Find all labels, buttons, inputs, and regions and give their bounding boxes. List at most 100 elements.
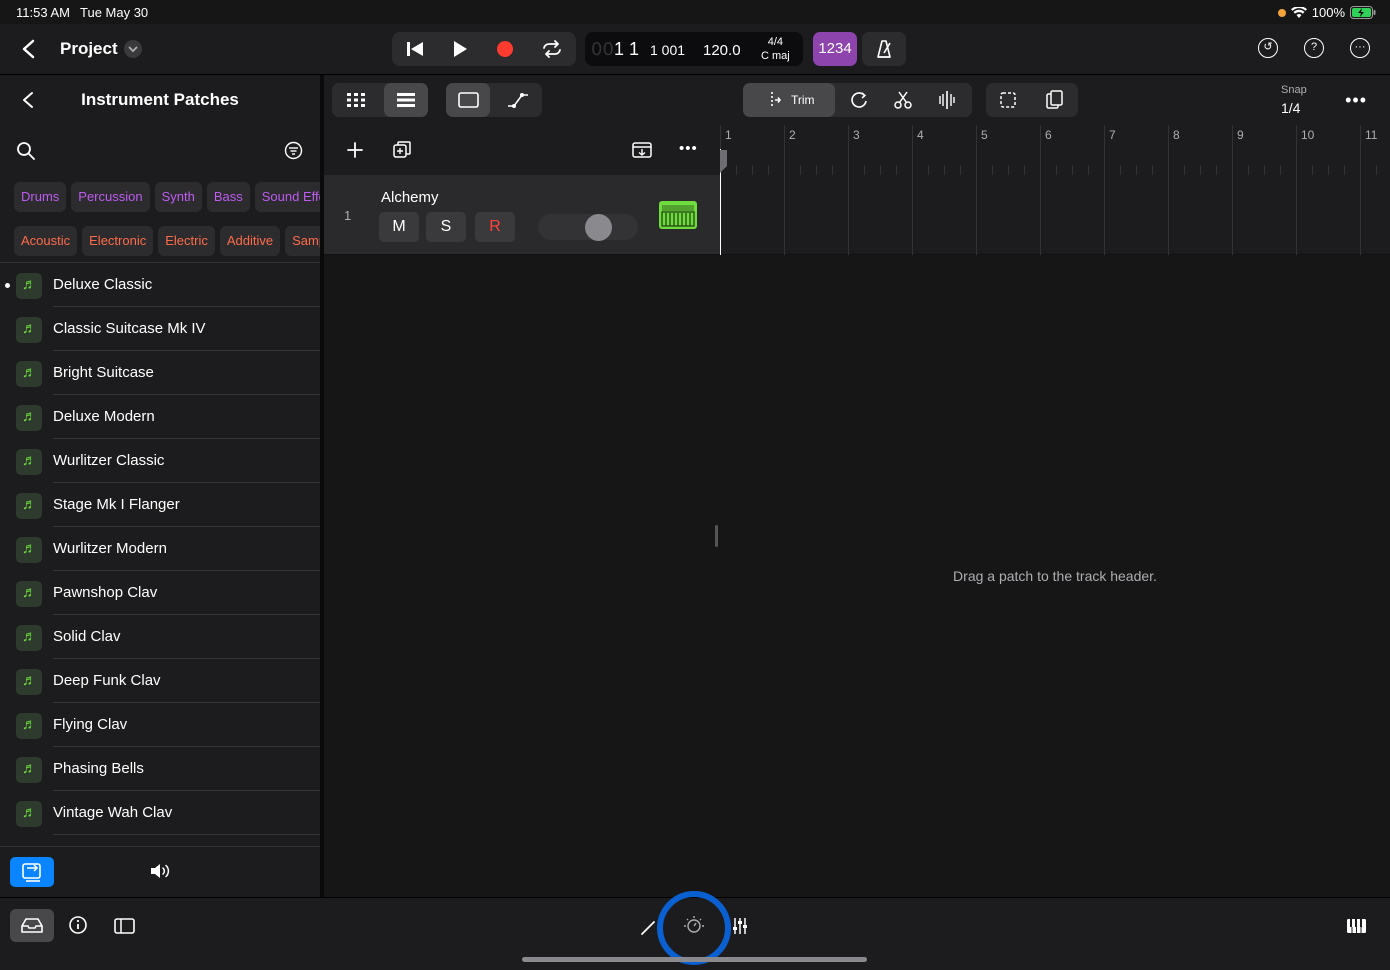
lcd-display[interactable]: 00 1 1 1 001 120.0 4/4 C maj (585, 32, 803, 66)
patch-list-item[interactable]: ♬ Classic Suitcase Mk IV (0, 307, 320, 351)
go-to-beginning-icon[interactable] (405, 40, 425, 58)
beat-tick (1088, 165, 1089, 175)
replace-patch-button[interactable] (10, 857, 54, 887)
chip-electric[interactable]: Electric (158, 226, 215, 256)
play-icon[interactable] (451, 40, 469, 58)
patch-list-item[interactable]: ♬ Bright Suitcase (0, 351, 320, 395)
patch-list-item[interactable]: ♬ Deluxe Classic (0, 263, 320, 307)
more-options-icon[interactable]: ••• (1345, 90, 1367, 111)
bar-gridline (1168, 175, 1169, 255)
browser-button[interactable] (10, 909, 54, 942)
bar-tick (784, 125, 785, 175)
bar-tick (1040, 125, 1041, 175)
live-loops-grid-button[interactable] (332, 83, 380, 117)
view-toggle (332, 83, 428, 117)
chip-additive[interactable]: Additive (219, 226, 281, 256)
join-tool-button[interactable] (925, 83, 969, 117)
split-tool-button[interactable] (881, 83, 925, 117)
music-note-icon: ♬ (16, 537, 42, 563)
more-icon[interactable]: ··· (1350, 38, 1370, 58)
patch-name: Pawnshop Clav (53, 584, 158, 601)
keyboard-icon[interactable] (659, 201, 697, 229)
solo-button[interactable]: S (426, 212, 466, 242)
patch-list-item[interactable]: ♬ Solid Clav (0, 615, 320, 659)
track-header-toolbar: ••• (324, 125, 720, 175)
highlight-ring (657, 891, 731, 965)
tracks-view-button[interactable] (384, 83, 428, 117)
record-icon[interactable] (495, 39, 515, 59)
trim-tool-button[interactable]: Trim (743, 83, 835, 117)
patch-list-item[interactable]: ♬ Pawnshop Clav (0, 571, 320, 615)
info-button[interactable] (56, 909, 100, 942)
patch-list-item[interactable]: ♬ Flying Clav (0, 703, 320, 747)
chip-synth[interactable]: Synth (154, 182, 202, 212)
ruler[interactable]: 1 2 3 4 5 6 7 8 9 10 11 (720, 125, 1390, 175)
chip-electronic[interactable]: Electronic (82, 226, 154, 256)
loop-tool-button[interactable] (837, 83, 881, 117)
chip-sampled[interactable]: Sampled (285, 226, 320, 256)
bar-gridline (1360, 175, 1361, 255)
music-note-icon: ♬ (16, 317, 42, 343)
patch-name: Deluxe Classic (53, 276, 153, 293)
chip-sound-effects[interactable]: Sound Effects (254, 182, 320, 212)
metronome-button[interactable] (862, 32, 906, 66)
automation-view-button[interactable] (496, 83, 540, 117)
wifi-icon (1290, 6, 1307, 18)
chip-percussion[interactable]: Percussion (71, 182, 150, 212)
record-enable-button[interactable]: R (475, 212, 515, 242)
tracks-toolbar: Trim Snap 1/4 ••• (324, 75, 1390, 125)
bar-tick (848, 125, 849, 175)
bar-tick (1168, 125, 1169, 175)
home-indicator[interactable] (522, 957, 867, 962)
back-icon[interactable] (18, 38, 40, 60)
help-icon[interactable]: ? (1304, 38, 1324, 58)
bar-gridline (1232, 175, 1233, 255)
duplicate-track-icon[interactable] (392, 140, 412, 160)
patch-list-item[interactable]: ♬ Wurlitzer Classic (0, 439, 320, 483)
beat-tick (768, 165, 769, 175)
chip-bass[interactable]: Bass (206, 182, 250, 212)
music-note-icon: ♬ (16, 493, 42, 519)
patch-list-item[interactable]: ♬ Deluxe Modern (0, 395, 320, 439)
add-track-icon[interactable] (346, 141, 364, 159)
preview-speaker-icon[interactable] (148, 861, 172, 886)
chip-drums[interactable]: Drums (14, 182, 67, 212)
patch-list-item[interactable]: ♬ Wurlitzer Modern (0, 527, 320, 571)
filter-icon[interactable] (284, 141, 303, 160)
bar-number: 1 (725, 128, 732, 142)
mute-button[interactable]: M (379, 212, 419, 242)
patch-list-item[interactable]: ♬ Phasing Bells (0, 747, 320, 791)
browser-icon (21, 918, 43, 933)
beat-tick (1184, 165, 1185, 175)
undo-icon[interactable]: ↺ (1258, 38, 1278, 58)
playhead-handle-icon[interactable] (719, 150, 729, 174)
track-name[interactable]: Alchemy (381, 189, 439, 206)
status-right: 100% (1277, 5, 1376, 20)
track-more-icon[interactable]: ••• (679, 140, 698, 157)
bar-number: 2 (789, 128, 796, 142)
patch-list-item[interactable]: ♬ Deep Funk Clav (0, 659, 320, 703)
chevron-down-icon[interactable] (124, 40, 142, 58)
search-icon[interactable] (16, 141, 36, 161)
sidebar-toggle-button[interactable] (102, 909, 146, 942)
patch-list-item[interactable]: ♬ Vintage Wah Clav (0, 791, 320, 835)
bar-gridline (1104, 175, 1105, 255)
copy-region-button[interactable] (986, 83, 1030, 117)
beat-tick (1008, 165, 1009, 175)
cycle-icon[interactable] (541, 40, 563, 58)
import-icon[interactable] (631, 140, 653, 160)
join-icon (939, 91, 955, 109)
count-in-button[interactable]: 1234 (813, 32, 857, 66)
mic-indicator-icon (1277, 8, 1286, 17)
resize-handle[interactable] (715, 525, 718, 547)
snap-value[interactable]: 1/4 (1281, 100, 1300, 116)
chip-acoustic[interactable]: Acoustic (14, 226, 78, 256)
keyboard-button[interactable] (1334, 909, 1378, 942)
track-header[interactable]: 1 Alchemy M S R (324, 175, 720, 255)
project-title[interactable]: Project (60, 39, 118, 59)
track-lane[interactable] (720, 175, 1390, 255)
patch-list-item[interactable]: ♬ Stage Mk I Flanger (0, 483, 320, 527)
paste-region-button[interactable] (1032, 83, 1076, 117)
bar-gridline (1040, 175, 1041, 255)
region-view-button[interactable] (446, 83, 490, 117)
